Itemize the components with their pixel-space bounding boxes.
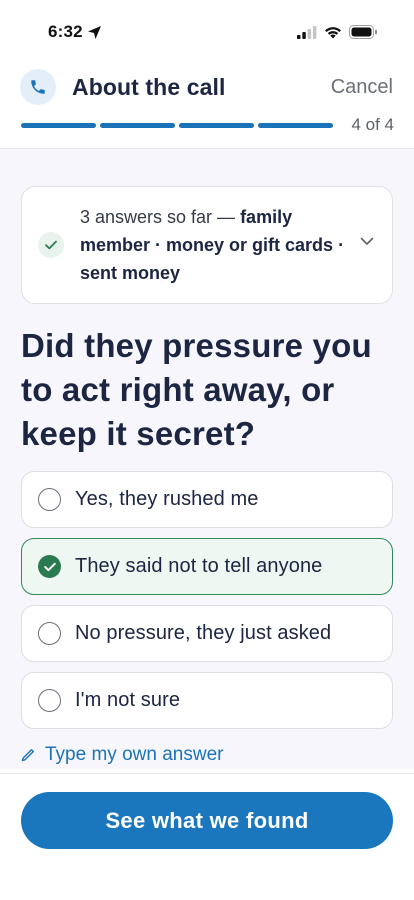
signal-icon: [297, 25, 317, 39]
question-heading: Did they pressure you to act right away,…: [21, 327, 372, 452]
progress-segment-2: [100, 122, 175, 128]
footer: See what we found: [0, 773, 414, 900]
option-no-pressure[interactable]: No pressure, they just asked: [21, 605, 393, 662]
wifi-icon: [325, 26, 341, 38]
chevron-down-icon[interactable]: [360, 237, 374, 246]
battery-icon: [349, 25, 377, 39]
option-not-sure[interactable]: I'm not sure: [21, 672, 393, 729]
summary-answer-3: sent money: [80, 263, 181, 283]
header: About the call Cancel: [0, 64, 414, 110]
radio-unchecked[interactable]: [38, 622, 61, 645]
summary-separator-1: ·: [150, 235, 167, 255]
status-icons: [297, 25, 378, 39]
option-label: They said not to tell anyone: [75, 555, 323, 577]
phone-badge: [20, 69, 56, 105]
status-time-group: 6:32: [48, 22, 102, 42]
progress-segment-1: [21, 122, 96, 128]
answers-summary-card[interactable]: 3 answers so far — family member · money…: [21, 186, 393, 304]
answer-options: Yes, they rushed me They said not to tel…: [21, 471, 393, 729]
option-yes-rushed[interactable]: Yes, they rushed me: [21, 471, 393, 528]
see-what-we-found-button[interactable]: See what we found: [21, 792, 393, 849]
radio-unchecked[interactable]: [38, 488, 61, 511]
pencil-icon: [21, 749, 34, 762]
check-icon: [45, 240, 57, 250]
option-label: I'm not sure: [75, 689, 181, 711]
progress-bar: 4 of 4: [0, 110, 414, 140]
option-label: No pressure, they just asked: [75, 622, 332, 644]
summary-prefix: 3 answers so far —: [80, 207, 241, 227]
radio-unchecked[interactable]: [38, 689, 61, 712]
summary-text: 3 answers so far — family member · money…: [80, 203, 348, 287]
main-content: 3 answers so far — family member · money…: [0, 149, 414, 769]
status-bar: 6:32: [0, 0, 414, 64]
option-label: Yes, they rushed me: [75, 488, 259, 510]
summary-separator-2: ·: [333, 235, 345, 255]
option-not-tell-anyone[interactable]: They said not to tell anyone: [21, 538, 393, 595]
page-title: About the call: [72, 73, 226, 100]
phone-icon: [31, 80, 45, 94]
status-time: 6:32: [48, 22, 83, 41]
summary-answer-2: money or gift cards: [166, 235, 334, 255]
type-own-answer-link[interactable]: Type my own answer: [21, 744, 393, 766]
radio-checked[interactable]: [38, 555, 61, 578]
cancel-button[interactable]: Cancel: [331, 76, 393, 99]
progress-label: 4 of 4: [351, 115, 394, 134]
check-icon: [43, 562, 56, 571]
type-own-answer-label: Type my own answer: [45, 744, 224, 765]
summary-check-badge: [38, 232, 64, 258]
location-arrow-icon: [87, 25, 101, 39]
progress-segment-4: [258, 122, 333, 128]
progress-segment-3: [179, 122, 254, 128]
